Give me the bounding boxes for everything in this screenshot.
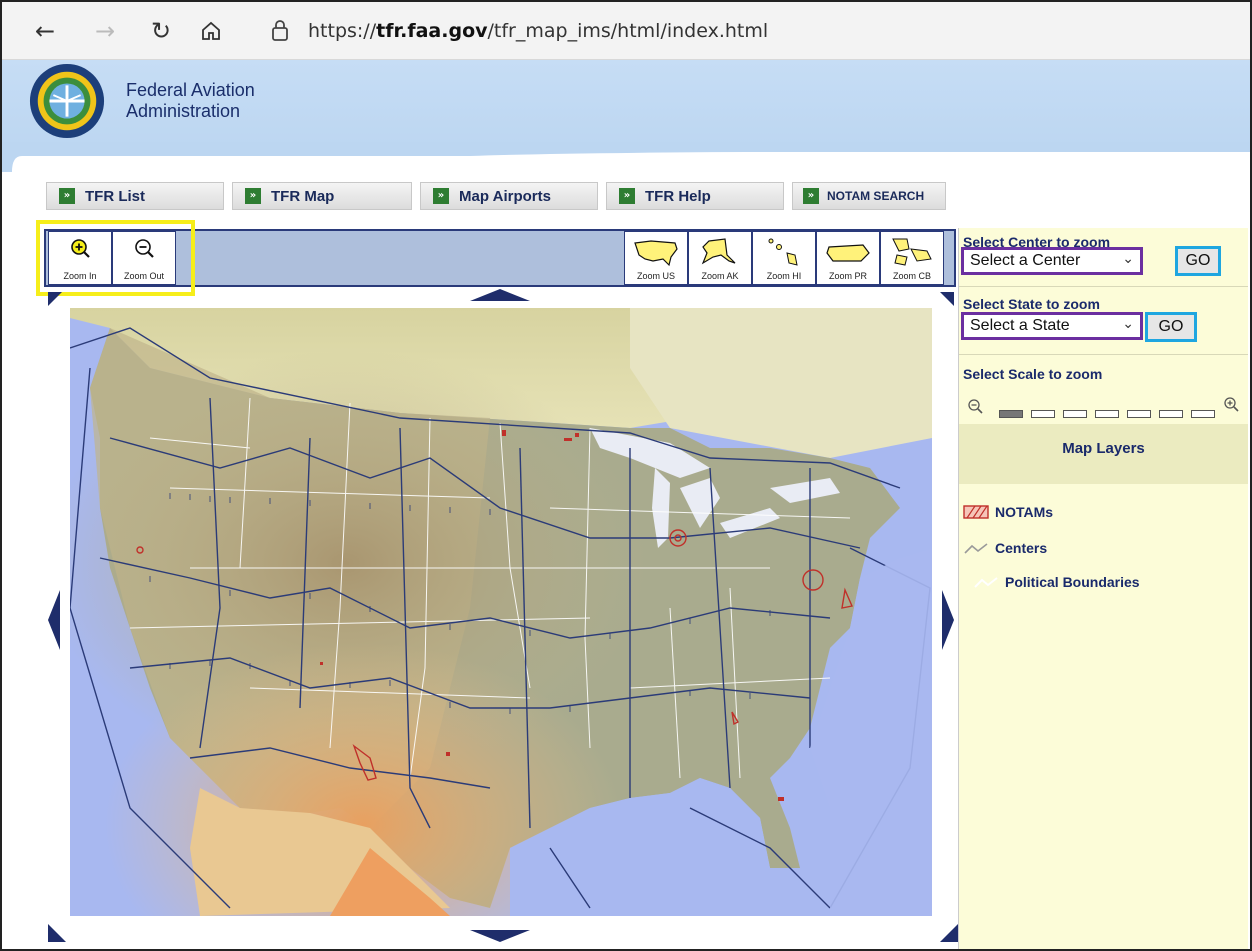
- center-go-button[interactable]: GO: [1175, 246, 1221, 276]
- double-arrow-icon: »: [59, 188, 75, 204]
- double-arrow-icon: »: [619, 188, 635, 204]
- double-arrow-icon: »: [245, 188, 261, 204]
- url-path: /tfr_map_ims/html/index.html: [487, 20, 769, 42]
- state-select-value: Select a State: [970, 317, 1070, 334]
- faa-seal-logo-icon[interactable]: [28, 62, 106, 140]
- pan-north-arrow-icon[interactable]: [470, 289, 530, 301]
- pan-southwest-arrow-icon[interactable]: [48, 924, 66, 942]
- tfr-map[interactable]: [70, 308, 932, 916]
- tab-label: Map Airports: [459, 187, 551, 205]
- center-select-value: Select a Center: [970, 252, 1081, 269]
- browser-toolbar: ← → ↻ https://tfr.faa.gov/tfr_map_ims/ht…: [2, 2, 1250, 60]
- scale-zoom-out-icon[interactable]: [967, 398, 983, 414]
- chevron-down-icon: ⌄: [1122, 251, 1134, 267]
- tab-label: TFR Map: [271, 187, 335, 205]
- tab-tfr-map[interactable]: » TFR Map: [232, 182, 412, 210]
- tab-notam-search[interactable]: » NOTAM SEARCH: [792, 182, 946, 210]
- zoom-ak-label: Zoom AK: [701, 271, 739, 281]
- go-label: GO: [1158, 318, 1184, 335]
- hawaii-map-icon: [768, 238, 798, 266]
- tab-label: TFR Help: [645, 187, 711, 205]
- pan-south-arrow-icon[interactable]: [470, 930, 530, 942]
- zoom-pr-button[interactable]: Zoom PR: [816, 231, 880, 285]
- zoom-cb-label: Zoom CB: [892, 271, 931, 281]
- faa-header: Federal Aviation Administration: [2, 60, 1250, 152]
- legend-label: Political Boundaries: [1005, 574, 1140, 590]
- legend-notams[interactable]: NOTAMs: [963, 504, 1053, 520]
- pan-northwest-arrow-icon[interactable]: [48, 292, 62, 306]
- screenshot-frame: ← → ↻ https://tfr.faa.gov/tfr_map_ims/ht…: [0, 0, 1252, 951]
- refresh-icon[interactable]: ↻: [146, 16, 176, 46]
- legend-political-boundaries[interactable]: Political Boundaries: [973, 574, 1140, 590]
- zoom-pr-label: Zoom PR: [828, 271, 867, 281]
- us-relief-map-image: [70, 308, 932, 916]
- state-go-button[interactable]: GO: [1145, 312, 1197, 342]
- header-divider: [2, 142, 1250, 172]
- scale-segment[interactable]: [1191, 410, 1215, 418]
- zoom-hi-label: Zoom HI: [766, 271, 802, 281]
- caribbean-map-icon: [892, 238, 932, 266]
- agency-name: Federal Aviation Administration: [126, 80, 255, 122]
- tab-tfr-list[interactable]: » TFR List: [46, 182, 224, 210]
- tab-map-airports[interactable]: » Map Airports: [420, 182, 598, 210]
- scale-segment[interactable]: [1127, 410, 1151, 418]
- address-bar[interactable]: https://tfr.faa.gov/tfr_map_ims/html/ind…: [308, 20, 768, 42]
- scale-segment[interactable]: [1031, 410, 1055, 418]
- legend-label: NOTAMs: [995, 504, 1054, 520]
- scale-zoom-in-icon[interactable]: [1223, 396, 1239, 412]
- tab-tfr-help[interactable]: » TFR Help: [606, 182, 784, 210]
- pan-southeast-arrow-icon[interactable]: [940, 924, 958, 942]
- centers-line-icon: [964, 543, 988, 554]
- double-arrow-icon: »: [803, 188, 819, 204]
- zoom-control-panel: Select Center to zoom Select a Center ⌄ …: [958, 228, 1248, 949]
- scale-segment[interactable]: [1095, 410, 1119, 418]
- center-select[interactable]: Select a Center ⌄: [961, 247, 1143, 275]
- pan-east-arrow-icon[interactable]: [942, 590, 954, 650]
- legend-label: Centers: [995, 540, 1048, 556]
- zoom-hi-button[interactable]: Zoom HI: [752, 231, 816, 285]
- zoom-ak-button[interactable]: Zoom AK: [688, 231, 752, 285]
- scale-segment[interactable]: [999, 410, 1023, 418]
- political-boundaries-line-icon: [974, 577, 998, 588]
- panel-divider: [959, 354, 1248, 355]
- legend-centers[interactable]: Centers: [963, 540, 1047, 556]
- agency-name-line1: Federal Aviation: [126, 80, 255, 100]
- state-zoom-label: Select State to zoom: [963, 296, 1100, 312]
- zoom-tools-highlight: [36, 220, 195, 296]
- state-select[interactable]: Select a State ⌄: [961, 312, 1143, 340]
- alaska-map-icon: [701, 238, 736, 265]
- scale-segment[interactable]: [1159, 410, 1183, 418]
- go-label: GO: [1185, 252, 1211, 269]
- forward-arrow-icon[interactable]: →: [90, 16, 120, 46]
- tab-label: NOTAM SEARCH: [827, 189, 925, 203]
- scale-slider[interactable]: [967, 396, 1243, 420]
- url-scheme: https://: [308, 20, 377, 42]
- double-arrow-icon: »: [433, 188, 449, 204]
- notam-hatch-icon: [963, 505, 989, 519]
- puerto-rico-map-icon: [826, 244, 870, 262]
- pan-west-arrow-icon[interactable]: [48, 590, 60, 650]
- scale-segment[interactable]: [1063, 410, 1087, 418]
- panel-divider: [959, 286, 1248, 287]
- url-host: tfr.faa.gov: [376, 20, 488, 42]
- us-map-icon: [634, 240, 678, 267]
- map-layers-title: Map Layers: [1062, 440, 1145, 457]
- zoom-cb-button[interactable]: Zoom CB: [880, 231, 944, 285]
- home-icon[interactable]: [196, 16, 226, 46]
- pan-northeast-arrow-icon[interactable]: [940, 292, 954, 306]
- tab-label: TFR List: [85, 187, 145, 205]
- agency-name-line2: Administration: [126, 101, 241, 121]
- site-info-lock-icon[interactable]: [270, 18, 290, 42]
- scale-zoom-label: Select Scale to zoom: [963, 366, 1103, 382]
- chevron-down-icon: ⌄: [1122, 316, 1134, 332]
- zoom-us-button[interactable]: Zoom US: [624, 231, 688, 285]
- zoom-us-label: Zoom US: [636, 271, 675, 281]
- back-arrow-icon[interactable]: ←: [30, 16, 60, 46]
